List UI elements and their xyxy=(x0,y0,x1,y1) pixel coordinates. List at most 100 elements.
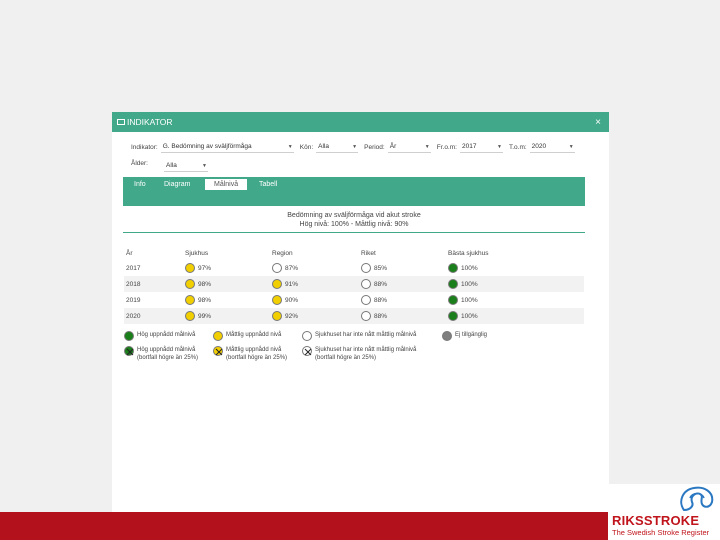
legend-moderate-dropout: Måttlig uppnådd nivå (bortfall högre än 2… xyxy=(213,346,287,362)
tab-malniva[interactable]: Målnivå xyxy=(205,179,248,190)
riket-value: 85% xyxy=(374,264,388,272)
status-dot-icon xyxy=(272,295,282,305)
status-dot-icon xyxy=(185,263,195,273)
sjukhus-cell: 97% xyxy=(185,260,211,276)
basta-value: 100% xyxy=(461,296,478,304)
status-dot-icon xyxy=(448,279,458,289)
green-crossed-circle-icon xyxy=(124,346,134,356)
from-select[interactable]: 2017 ▼ xyxy=(459,141,503,153)
target-level-panel: Bedömning av sväljförmåga vid akut strok… xyxy=(123,206,585,324)
chevron-down-icon: ▼ xyxy=(424,144,430,150)
legend-high-dropout: Hög uppnådd målnivå (bortfall högre än 25… xyxy=(124,346,198,362)
period-value: År xyxy=(389,143,397,150)
riket-cell: 88% xyxy=(361,292,387,308)
region-value: 91% xyxy=(285,280,299,288)
region-cell: 87% xyxy=(272,260,298,276)
period-label: Period: xyxy=(364,143,385,151)
region-cell: 90% xyxy=(272,292,298,308)
table-header-row: År Sjukhus Region Riket Bästa sjukhus xyxy=(124,246,584,260)
tab-tabell[interactable]: Tabell xyxy=(250,179,286,190)
yellow-crossed-circle-icon xyxy=(213,346,223,356)
kon-select[interactable]: Alla ▼ xyxy=(316,141,359,153)
tom-value: 2020 xyxy=(531,143,547,150)
close-button[interactable]: × xyxy=(595,117,604,128)
legend-unavailable: Ej tillgänglig xyxy=(442,331,487,341)
header-riket: Riket xyxy=(361,249,376,257)
region-value: 90% xyxy=(285,296,299,304)
riket-cell: 88% xyxy=(361,276,387,292)
header-region: Region xyxy=(272,249,293,257)
period-select[interactable]: År ▼ xyxy=(387,141,431,153)
table-row: 2018 98% 91% 88% 100% xyxy=(124,276,584,292)
legend-high: Hög uppnådd målnivå xyxy=(124,331,195,341)
yellow-circle-icon xyxy=(213,331,223,341)
basta-value: 100% xyxy=(461,280,478,288)
window-icon xyxy=(117,119,125,125)
sjukhus-cell: 99% xyxy=(185,308,211,324)
from-value: 2017 xyxy=(461,143,477,150)
bottom-brand-bar xyxy=(0,512,608,540)
year-cell: 2018 xyxy=(126,280,141,288)
region-cell: 92% xyxy=(272,308,298,324)
table-row: 2019 98% 90% 88% 100% xyxy=(124,292,584,308)
alder-select[interactable]: Alla ▼ xyxy=(164,160,208,172)
white-crossed-circle-icon xyxy=(302,346,312,356)
legend-moderate: Måttlig uppnådd nivå xyxy=(213,331,281,341)
riket-cell: 88% xyxy=(361,308,387,324)
status-dot-icon xyxy=(185,295,195,305)
region-value: 87% xyxy=(285,264,299,272)
riket-value: 88% xyxy=(374,296,388,304)
indikator-select[interactable]: G. Bedömning av sväljförmåga ▼ xyxy=(160,141,294,153)
legend-dropout-note: (bortfall högre än 25%) xyxy=(226,354,288,361)
legend-not-reached-dropout-label: Sjukhuset har inte nått måttlig målnivå xyxy=(315,347,417,353)
basta-value: 100% xyxy=(461,264,478,272)
brand-name: RIKSSTROKE xyxy=(612,513,700,528)
tom-select[interactable]: 2020 ▼ xyxy=(529,141,575,153)
status-dot-icon xyxy=(361,279,371,289)
year-cell: 2020 xyxy=(126,312,141,320)
status-dot-icon xyxy=(361,263,371,273)
header-basta-sjukhus: Bästa sjukhus xyxy=(448,249,489,257)
chevron-down-icon: ▼ xyxy=(497,144,502,150)
basta-cell: 100% xyxy=(448,292,478,308)
white-circle-icon xyxy=(302,331,312,341)
status-dot-icon xyxy=(448,263,458,273)
divider xyxy=(123,232,585,233)
status-dot-icon xyxy=(448,295,458,305)
status-dot-icon xyxy=(185,311,195,321)
status-dot-icon xyxy=(448,311,458,321)
sjukhus-value: 97% xyxy=(198,264,212,272)
sjukhus-value: 98% xyxy=(198,296,212,304)
tab-diagram[interactable]: Diagram xyxy=(155,179,199,190)
status-dot-icon xyxy=(185,279,195,289)
table-row: 2020 99% 92% 88% 100% xyxy=(124,308,584,324)
riket-cell: 85% xyxy=(361,260,387,276)
grey-circle-icon xyxy=(442,331,452,341)
riksstroke-logo-icon xyxy=(680,486,714,512)
sjukhus-cell: 98% xyxy=(185,292,211,308)
basta-cell: 100% xyxy=(448,260,478,276)
status-dot-icon xyxy=(361,311,371,321)
legend-dropout-note: (bortfall högre än 25%) xyxy=(137,354,199,361)
table-row: 2017 97% 87% 85% 100% xyxy=(124,260,584,276)
green-circle-icon xyxy=(124,331,134,341)
header-year: År xyxy=(126,249,133,257)
sjukhus-value: 98% xyxy=(198,280,212,288)
content-title: Bedömning av sväljförmåga vid akut strok… xyxy=(287,212,421,219)
legend-moderate-label: Måttlig uppnådd nivå xyxy=(226,332,282,338)
kon-value: Alla xyxy=(318,143,329,150)
tab-info[interactable]: Info xyxy=(125,179,155,190)
sjukhus-value: 99% xyxy=(198,312,212,320)
status-dot-icon xyxy=(272,263,282,273)
from-label: Fr.o.m: xyxy=(436,143,457,151)
header-sjukhus: Sjukhus xyxy=(185,249,209,257)
alder-label: Ålder: xyxy=(131,159,148,167)
legend-high-label: Hög uppnådd målnivå xyxy=(137,332,196,338)
legend-high-dropout-label: Hög uppnådd målnivå xyxy=(137,347,196,353)
filter-panel: Indikator: G. Bedömning av sväljförmåga … xyxy=(131,140,601,175)
status-dot-icon xyxy=(272,279,282,289)
indikator-value: G. Bedömning av sväljförmåga xyxy=(162,143,252,150)
riket-value: 88% xyxy=(374,280,388,288)
chevron-down-icon: ▼ xyxy=(352,144,358,150)
legend-not-reached-dropout: Sjukhuset har inte nått måttlig målnivå(… xyxy=(302,346,416,362)
